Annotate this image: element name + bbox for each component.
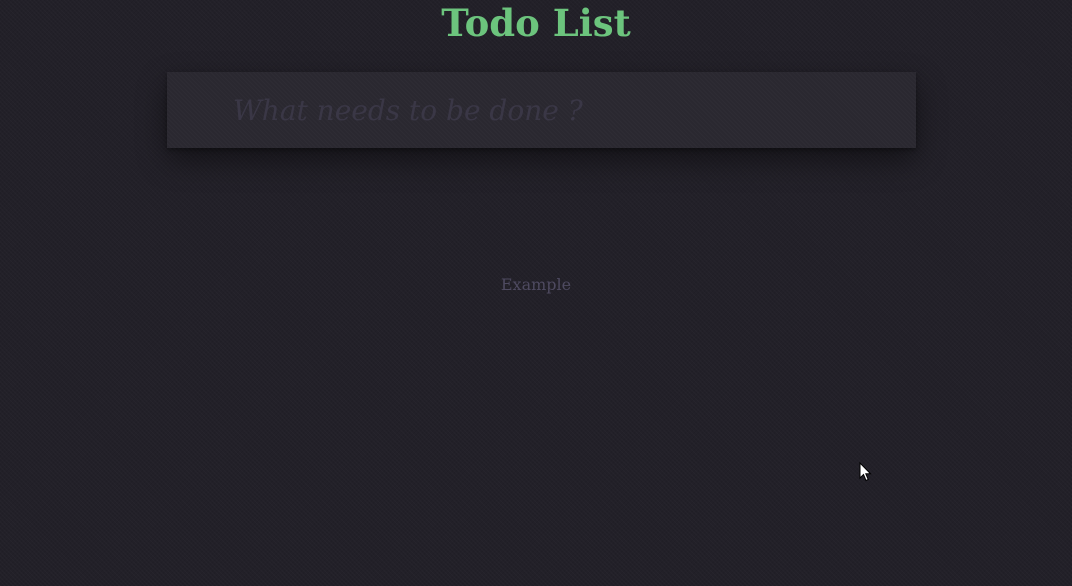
example-link[interactable]: Example [0, 275, 1072, 294]
new-todo-input[interactable] [167, 72, 916, 148]
new-todo-container [167, 72, 916, 148]
page-title: Todo List [441, 1, 631, 45]
mouse-pointer-icon [859, 462, 872, 482]
